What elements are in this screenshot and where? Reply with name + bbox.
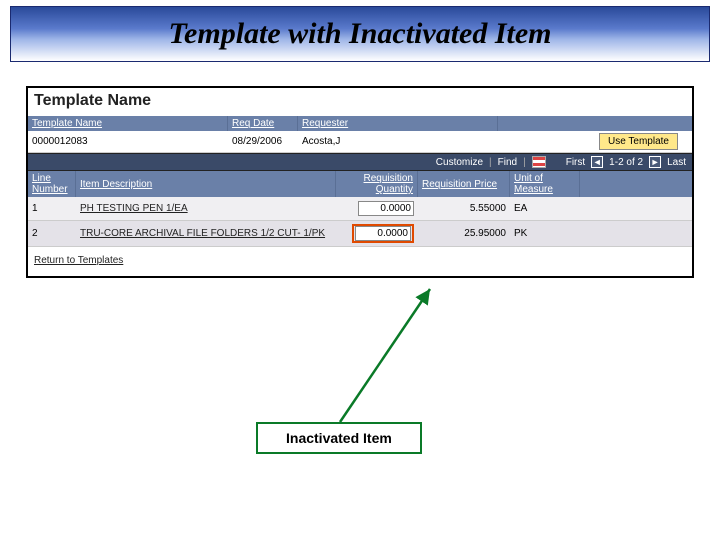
template-header-row: Template Name Req Date Requester (28, 116, 692, 131)
line-number: 2 (28, 225, 76, 242)
requester-value: Acosta,J (298, 134, 498, 149)
table-row: 2 TRU-CORE ARCHIVAL FILE FOLDERS 1/2 CUT… (28, 221, 692, 247)
grid-toolbar: Customize | Find | First ◄ 1-2 of 2 ► La… (28, 153, 692, 171)
find-link[interactable]: Find (498, 157, 517, 168)
page-range: 1-2 of 2 (609, 157, 643, 168)
callout-label: Inactivated Item (286, 430, 392, 446)
section-title: Template Name (28, 88, 692, 116)
col-line-number[interactable]: Line Number (28, 171, 76, 197)
col-template-name[interactable]: Template Name (28, 116, 228, 131)
screenshot-panel: Template Name Template Name Req Date Req… (26, 86, 694, 278)
line-number: 1 (28, 200, 76, 217)
first-label: First (566, 157, 585, 168)
template-data-row: 0000012083 08/29/2006 Acosta,J Use Templ… (28, 131, 692, 153)
divider: | (489, 157, 492, 168)
item-description-link[interactable]: PH TESTING PEN 1/EA (80, 203, 188, 214)
req-date-value: 08/29/2006 (228, 134, 298, 149)
uom-value: PK (510, 225, 580, 242)
prev-page-icon[interactable]: ◄ (591, 156, 603, 168)
req-price-value: 25.95000 (418, 225, 510, 242)
next-page-icon[interactable]: ► (649, 156, 661, 168)
req-qty-input[interactable] (355, 226, 411, 241)
customize-link[interactable]: Customize (436, 157, 483, 168)
col-item-description[interactable]: Item Description (76, 171, 336, 197)
slide-title-banner: Template with Inactivated Item (10, 6, 710, 62)
grid-header: Line Number Item Description Requisition… (28, 171, 692, 197)
last-label: Last (667, 157, 686, 168)
req-qty-input[interactable] (358, 201, 414, 216)
divider: | (523, 157, 526, 168)
return-to-templates-link[interactable]: Return to Templates (28, 247, 129, 276)
table-row: 1 PH TESTING PEN 1/EA 5.55000 EA (28, 197, 692, 221)
qty-highlight-box (352, 224, 414, 243)
uom-value: EA (510, 200, 580, 217)
template-name-value: 0000012083 (28, 134, 228, 149)
item-description-link[interactable]: TRU-CORE ARCHIVAL FILE FOLDERS 1/2 CUT- … (80, 228, 325, 239)
grid-export-icon[interactable] (532, 156, 546, 168)
col-req-price[interactable]: Requisition Price (418, 171, 510, 197)
col-uom[interactable]: Unit of Measure (510, 171, 580, 197)
slide-title: Template with Inactivated Item (168, 17, 551, 51)
grid-body: 1 PH TESTING PEN 1/EA 5.55000 EA 2 TRU-C… (28, 197, 692, 247)
col-req-qty[interactable]: Requisition Quantity (336, 171, 418, 197)
req-price-value: 5.55000 (418, 200, 510, 217)
use-template-button[interactable]: Use Template (599, 133, 678, 150)
col-requester[interactable]: Requester (298, 116, 498, 131)
callout-inactivated-item: Inactivated Item (256, 422, 422, 454)
col-req-date[interactable]: Req Date (228, 116, 298, 131)
